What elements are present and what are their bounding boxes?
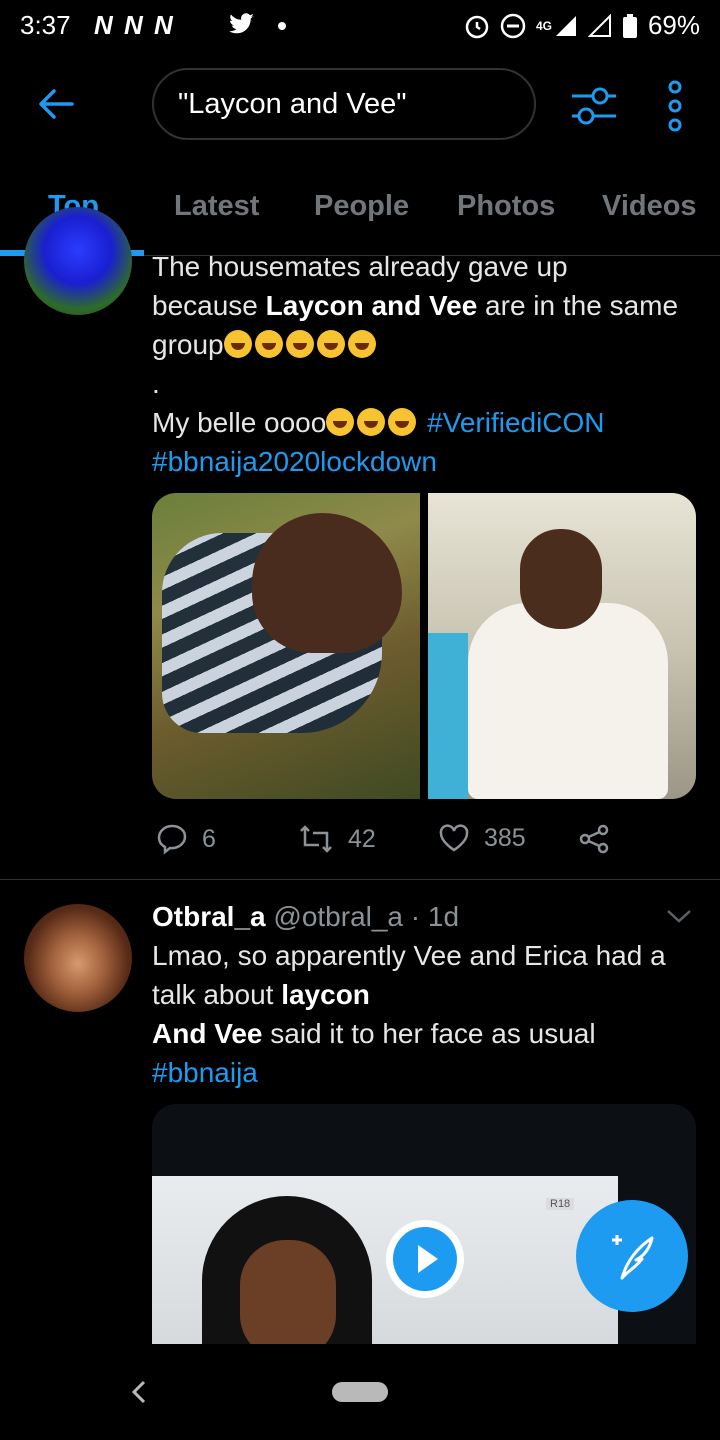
author-handle[interactable]: @otbral_a [273,901,403,932]
reply-icon [157,824,187,855]
tweet-media-grid [152,493,696,799]
laughing-emoji-icon [357,408,386,436]
notification-dot [278,22,286,30]
tweet-photo[interactable] [152,493,420,799]
system-nav-bar [0,1344,720,1440]
search-header: "Laycon and Vee" [0,62,720,148]
avatar[interactable] [24,207,132,315]
twitter-notification-icon [229,13,254,34]
laughing-emoji-icon [326,408,355,436]
search-term-highlight: laycon [281,979,370,1010]
status-right: 4G 69% [464,10,700,41]
tweet-text-part: talk about [152,979,282,1010]
battery-icon [622,13,637,38]
tweet-timestamp: · 1d [410,901,460,932]
tweet-photo[interactable] [428,493,696,799]
video-rating-badge: R18 [546,1198,575,1210]
status-bar: 3:37 N N N 4G 69% [0,0,720,52]
laughing-emoji-icon [223,330,252,358]
video-figure-face [240,1240,336,1344]
retweet-count: 42 [348,824,376,853]
play-button[interactable] [386,1220,464,1298]
tweet-line: Lmao, so apparently Vee and Erica had a [152,940,666,971]
search-input[interactable]: "Laycon and Vee" [152,68,536,140]
compose-feather-icon [612,1235,654,1280]
like-count: 385 [484,823,526,852]
tweet-text-part: My belle oooo [152,407,327,438]
tweet-text-part: because [152,290,266,321]
tweet-header: Otbral_a @otbral_a · 1d [152,898,712,936]
search-filter-icon[interactable] [568,80,620,132]
tab-photos[interactable]: Photos [457,190,555,223]
laughing-emoji-icon [254,330,283,358]
laughing-emoji-icon [316,330,345,358]
system-home-pill[interactable] [332,1382,388,1402]
play-icon [418,1245,438,1273]
search-term-highlight: And Vee [152,1018,263,1049]
signal-icon [555,15,576,36]
signal-icon-2 [587,13,611,37]
tweet-line: And Vee said it to her face as usual [152,1014,702,1053]
chevron-down-icon[interactable] [664,906,694,926]
tweet-actions: 6 42 385 [152,823,672,863]
system-back-icon[interactable] [124,1372,154,1412]
tweet-line: My belle oooo #VerifiediCON [152,403,702,442]
tab-people[interactable]: People [314,190,409,223]
reply-action[interactable]: 6 [156,823,216,855]
share-icon [579,824,609,854]
notification-icons: N N N [94,10,175,40]
avatar[interactable] [24,904,132,1012]
hashtag-link[interactable]: #VerifiediCON [427,407,604,438]
tweet[interactable]: The housemates already gave up because L… [0,207,720,879]
tweet-line: . [152,368,160,399]
tweet-line: because Laycon and Vee are in the same [152,286,702,325]
more-options-icon[interactable] [660,78,690,134]
author-name[interactable]: Otbral_a [152,901,266,932]
laughing-emoji-icon [285,330,314,358]
alarm-icon [465,15,489,38]
tweet-text: The housemates already gave up because L… [152,247,702,481]
back-arrow-icon[interactable] [34,82,78,126]
hashtag-link[interactable]: #bbnaija [152,1053,702,1092]
compose-tweet-button[interactable] [576,1200,688,1312]
tweet-text: Lmao, so apparently Vee and Erica had a … [152,936,702,1092]
status-time: 3:37 [20,10,71,40]
network-type: 4G [535,18,552,33]
retweet-icon [300,825,332,853]
hashtag-link[interactable]: #bbnaija2020lockdown [152,442,702,481]
battery-level: 69% [647,10,700,40]
search-term-highlight: Laycon and Vee [265,290,478,321]
laughing-emoji-icon [388,408,417,436]
laughing-emoji-icon [347,330,376,358]
tweet-text-part: group [152,329,224,360]
tweet-text-part: are in the same [477,290,679,321]
tab-videos[interactable]: Videos [602,190,697,223]
retweet-action[interactable]: 42 [298,823,376,855]
reply-count: 6 [202,824,216,853]
heart-icon [439,824,469,852]
tweet-line: talk about laycon [152,975,702,1014]
tweet-line: group [152,325,702,364]
tweet-text-part: said it to her face as usual [262,1018,596,1049]
tweet-line: The housemates already gave up [152,251,568,282]
tab-latest[interactable]: Latest [174,190,259,223]
share-action[interactable] [578,823,610,855]
like-action[interactable]: 385 [438,823,526,853]
dnd-icon [500,13,526,38]
